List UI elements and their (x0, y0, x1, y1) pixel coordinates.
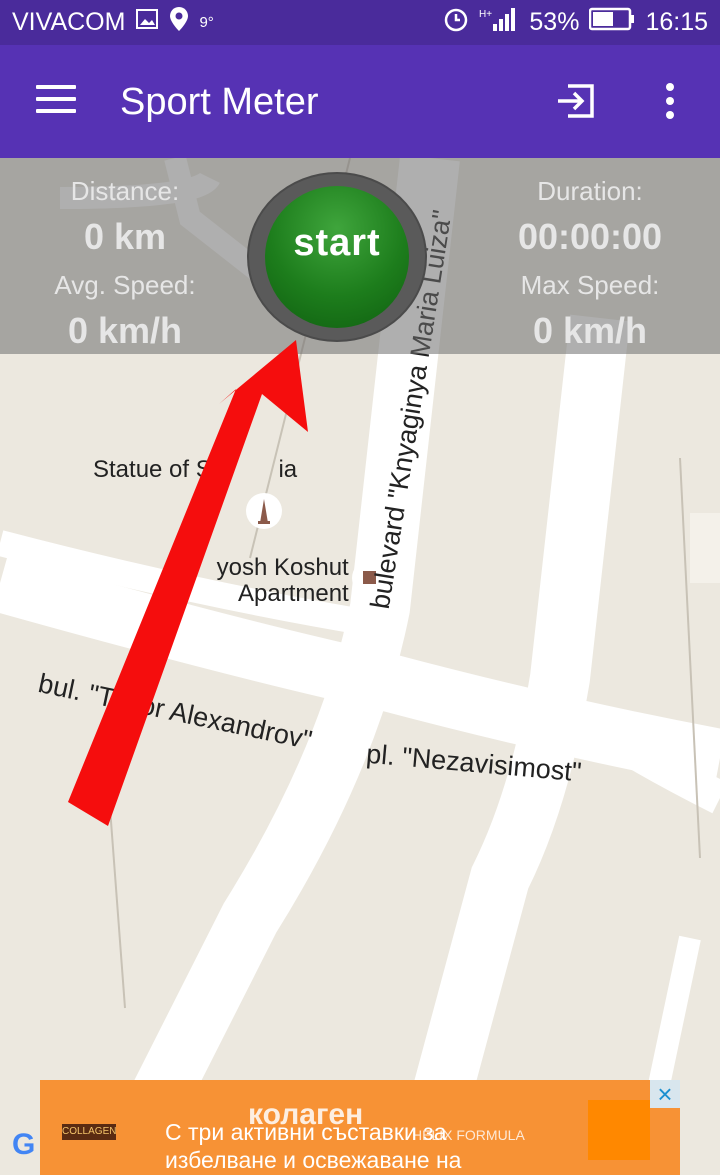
carrier: VIVACOM (12, 8, 126, 36)
poi-apartment-label: yosh Koshut Apartment (216, 554, 349, 607)
distance-value: 0 km (83, 216, 167, 257)
temperature: 9° (199, 14, 214, 31)
menu-icon[interactable] (36, 85, 76, 115)
avg-speed-value: 0 km/h (67, 310, 183, 351)
avg-speed-label: Avg. Speed: (54, 270, 196, 300)
google-logo: G (12, 1128, 36, 1161)
duration-label: Duration: (537, 176, 643, 206)
monument-icon[interactable] (246, 493, 282, 529)
poi-statue-label: Statue of Saixxxxia (93, 456, 298, 483)
max-speed-label: Max Speed: (520, 270, 660, 300)
max-speed-value: 0 km/h (532, 310, 648, 351)
battery-icon (589, 7, 635, 38)
status-bar: VIVACOM 9° H+ 53% 16:15 (0, 0, 720, 45)
ad-logo: COLLAGEN (62, 1124, 116, 1140)
sign-in-icon[interactable] (556, 83, 596, 124)
image-icon (135, 7, 159, 38)
more-icon[interactable] (660, 83, 680, 125)
ad-close-button[interactable]: × (650, 1080, 680, 1108)
app-title: Sport Meter (120, 81, 319, 123)
app-bar: Sport Meter (0, 45, 720, 158)
start-button[interactable]: start (249, 174, 425, 340)
alarm-icon (443, 6, 469, 39)
svg-text:H+: H+ (479, 9, 492, 20)
ad-text: С три активни съставки за избелване и ос… (165, 1119, 462, 1173)
signal-icon: H+ (479, 6, 519, 39)
duration-value: 00:00:00 (517, 216, 663, 257)
clock: 16:15 (645, 8, 708, 36)
battery-percent: 53% (529, 8, 580, 36)
ad-image (588, 1100, 650, 1160)
ad-banner[interactable]: COLLAGEN колаген HELIX FORMULA С три акт… (40, 1080, 680, 1175)
start-button-label: start (293, 222, 381, 264)
location-icon (169, 6, 189, 39)
distance-label: Distance: (70, 176, 180, 206)
